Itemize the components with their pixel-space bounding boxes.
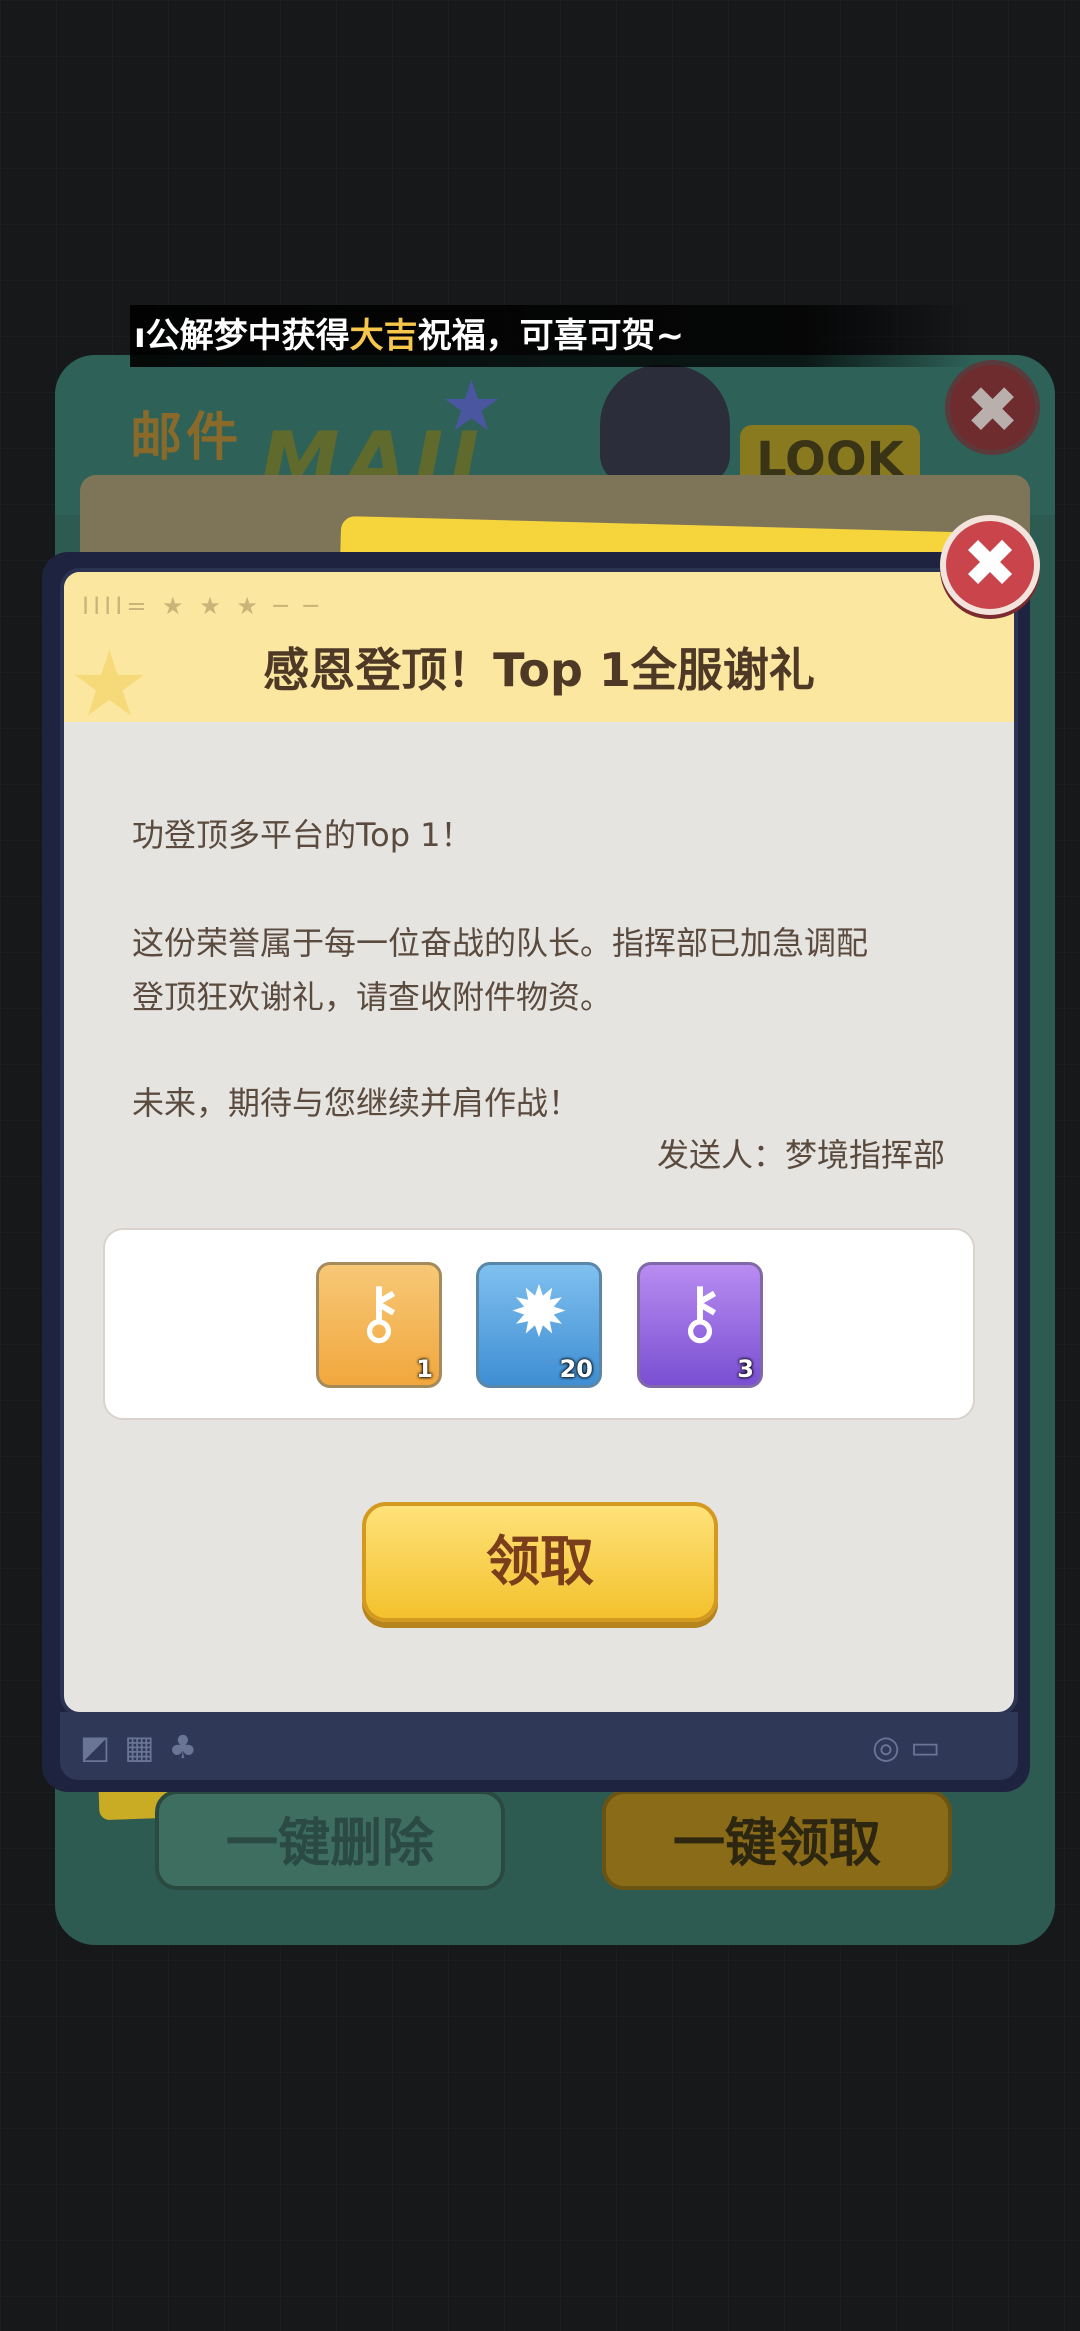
- marquee-prefix: ı公解梦中获得: [134, 316, 350, 356]
- dialog-title: 感恩登顶！Top 1全服谢礼: [263, 643, 815, 697]
- claim-all-button[interactable]: 一键领取: [602, 1790, 952, 1890]
- blue-crystal-icon: ✹: [509, 1271, 569, 1353]
- star-key-icon: ⚷: [353, 1271, 405, 1353]
- announcement-marquee: ı公解梦中获得大吉祝福，可喜可贺~: [130, 305, 974, 367]
- dialog-close-button[interactable]: ✖: [940, 515, 1040, 615]
- mail-body-line-1: 功登顶多平台的Top 1！: [132, 816, 473, 854]
- reward-item[interactable]: ✹ 20: [476, 1262, 602, 1388]
- reward-item[interactable]: ⚷ 1: [316, 1262, 442, 1388]
- claim-button[interactable]: 领取: [362, 1502, 718, 1622]
- star-decoration-icon: ★: [440, 365, 503, 447]
- mail-body-line-4: 未来，期待与您继续并肩作战！: [132, 1084, 581, 1122]
- mail-body-line-3: 登顶狂欢谢礼，请查收附件物资。: [132, 978, 613, 1016]
- mail-panel-title: 邮件: [130, 408, 243, 468]
- marquee-suffix: 祝福，可喜可贺~: [417, 316, 685, 356]
- purple-key-icon: ⚷: [674, 1271, 726, 1353]
- cat-mascot-icon: [600, 365, 730, 485]
- globe-icon: ◎ ▭: [872, 1728, 941, 1766]
- mail-body-line-2: 这份荣誉属于每一位奋战的队长。指挥部已加急调配: [132, 924, 869, 962]
- marquee-highlight: 大吉: [349, 316, 418, 356]
- reward-count: 1: [416, 1355, 433, 1383]
- dialog-header: ★ IIII= ★ ★ ★ ─ ─ 感恩登顶！Top 1全服谢礼: [64, 572, 1014, 737]
- delete-all-button[interactable]: 一键删除: [155, 1790, 505, 1890]
- mail-sender: 发送人：梦境指挥部: [656, 1136, 945, 1174]
- reward-count: 3: [737, 1355, 754, 1383]
- footer-decoration-icons: ◩▦♣: [80, 1728, 212, 1766]
- reward-item[interactable]: ⚷ 3: [637, 1262, 763, 1388]
- mail-panel-close-icon[interactable]: ✖: [945, 360, 1040, 455]
- header-ribbon-decoration: IIII= ★ ★ ★ ─ ─: [82, 592, 323, 620]
- reward-count: 20: [559, 1355, 593, 1383]
